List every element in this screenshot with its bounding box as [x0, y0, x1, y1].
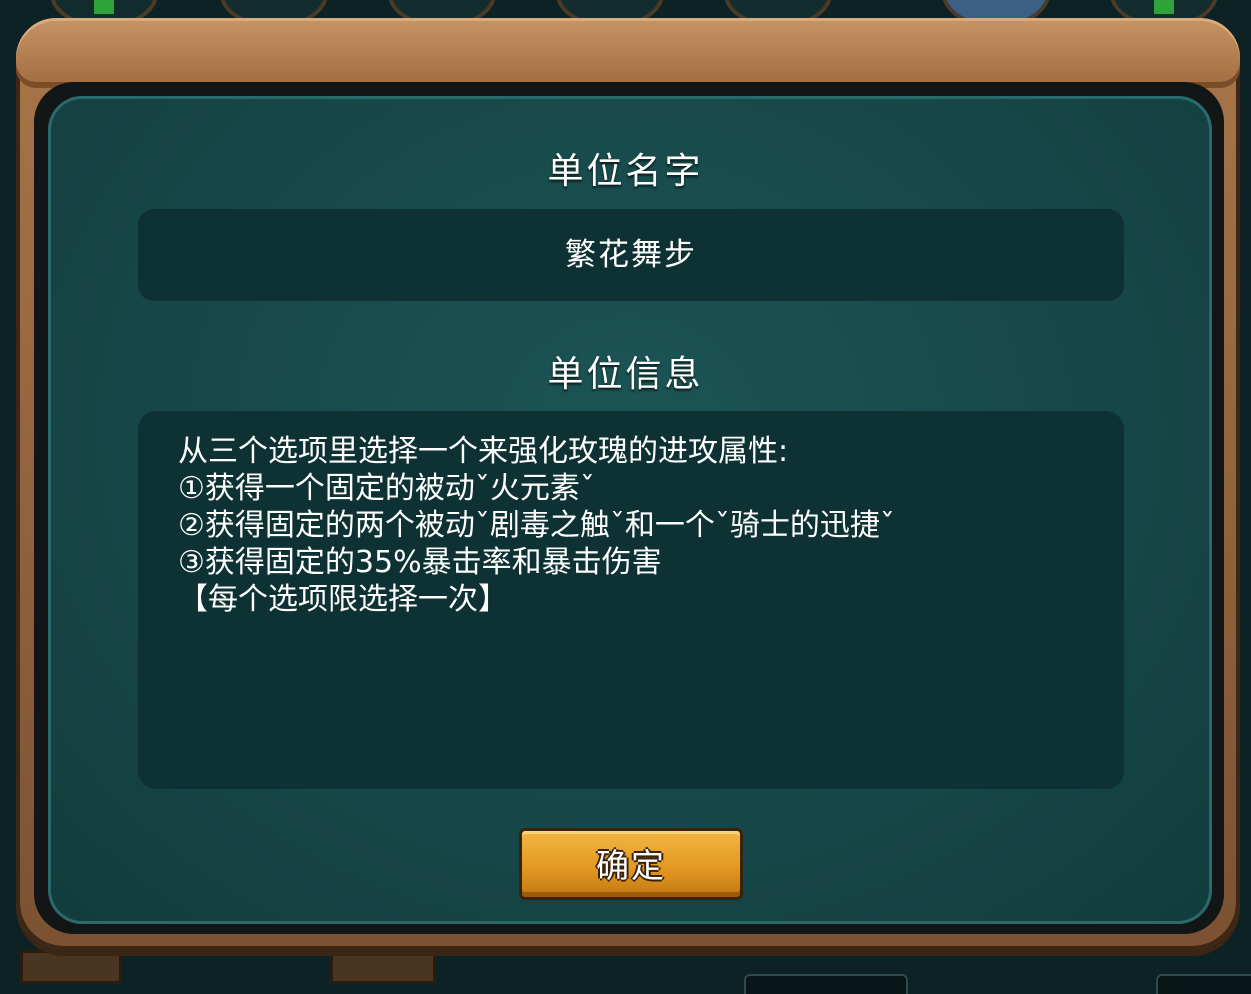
unit-info-title: 单位信息 — [547, 354, 704, 395]
confirm-button[interactable]: 确定 — [519, 828, 743, 900]
confirm-button-label: 确定 — [596, 846, 666, 885]
info-line: 从三个选项里选择一个来强化玫瑰的进攻属性: — [178, 434, 789, 469]
unit-name-box: 繁花舞步 — [138, 209, 1124, 301]
unit-name-title: 单位名字 — [547, 151, 704, 192]
info-line: 【每个选项限选择一次】 — [178, 582, 508, 617]
info-line: ①获得一个固定的被动ˇ火元素ˇ — [178, 471, 595, 506]
unit-info-text: 从三个选项里选择一个来强化玫瑰的进攻属性: ①获得一个固定的被动ˇ火元素ˇ ②获… — [178, 433, 895, 618]
background-box — [1156, 974, 1251, 994]
background-box — [744, 974, 908, 994]
info-line: ③获得固定的35%暴击率和暴击伤害 — [178, 545, 662, 580]
unit-name-value: 繁花舞步 — [565, 237, 697, 273]
background-foot — [330, 950, 436, 984]
unit-info-box: 从三个选项里选择一个来强化玫瑰的进攻属性: ①获得一个固定的被动ˇ火元素ˇ ②获… — [138, 411, 1124, 789]
background-foot — [20, 950, 122, 984]
info-line: ②获得固定的两个被动ˇ剧毒之触ˇ和一个ˇ骑士的迅捷ˇ — [178, 508, 895, 543]
dialog-frame-top — [16, 18, 1240, 88]
game-screen: 单位名字 繁花舞步 单位信息 从三个选项里选择一个来强化玫瑰的进攻属性: ①获得… — [0, 0, 1251, 994]
